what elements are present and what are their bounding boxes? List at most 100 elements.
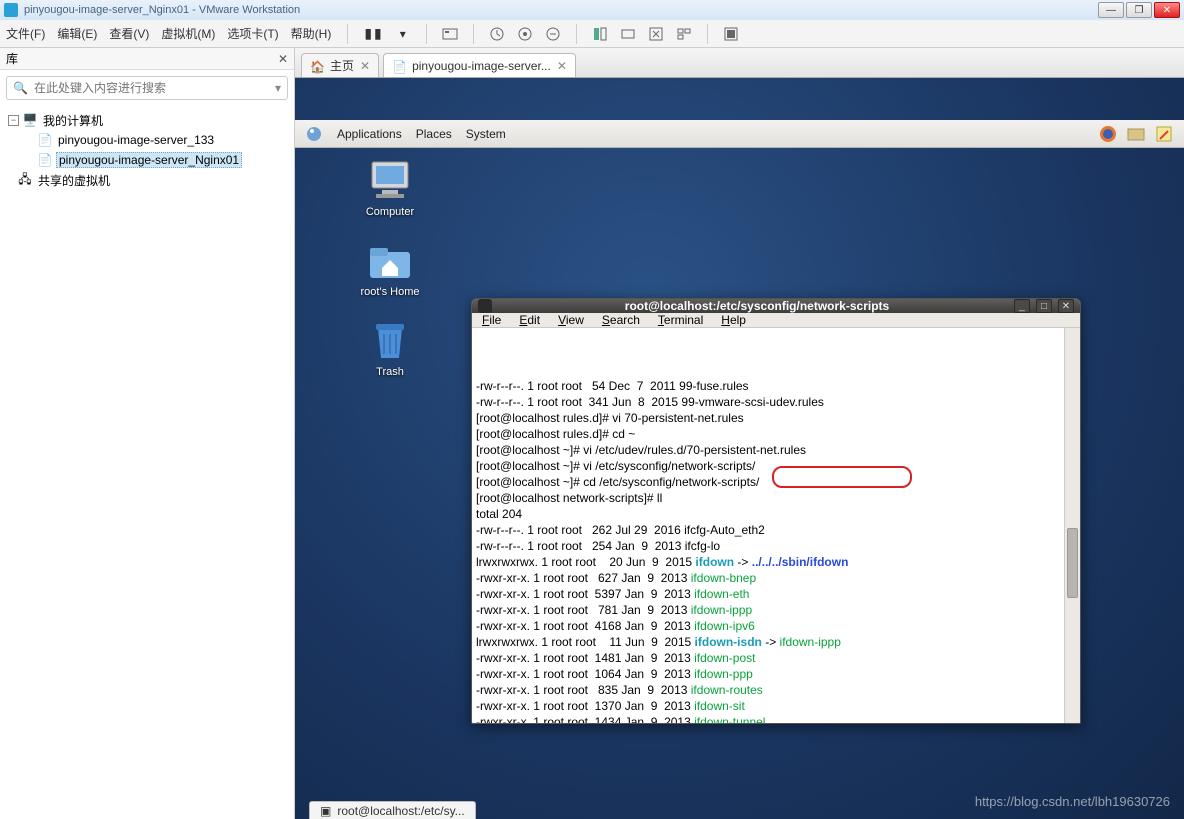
- terminal-icon: [478, 299, 492, 313]
- term-menu-help[interactable]: Help: [721, 313, 746, 327]
- gnome-panel: Applications Places System: [295, 120, 1184, 148]
- term-menu-terminal[interactable]: Terminal: [658, 313, 703, 327]
- menu-vm[interactable]: 虚拟机(M): [161, 25, 215, 42]
- tab-home[interactable]: 🏠 主页 ✕: [301, 53, 379, 77]
- gnome-menu-system[interactable]: System: [466, 127, 506, 141]
- home-folder-icon: [366, 238, 414, 282]
- vm-viewport[interactable]: Applications Places System Computer root…: [295, 78, 1184, 819]
- unity-icon[interactable]: [647, 26, 665, 42]
- separator: [576, 24, 577, 44]
- app-icon: [4, 3, 18, 17]
- terminal-body[interactable]: -rw-r--r--. 1 root root 54 Dec 7 2011 99…: [472, 328, 1064, 724]
- desktop-icon-label: Computer: [366, 206, 414, 218]
- menu-view[interactable]: 查看(V): [109, 25, 149, 42]
- tree-label: 共享的虚拟机: [36, 172, 112, 189]
- terminal-window[interactable]: root@localhost:/etc/sysconfig/network-sc…: [471, 298, 1081, 724]
- library-header: 库: [6, 50, 18, 67]
- trash-icon: [366, 318, 414, 362]
- close-icon[interactable]: ✕: [360, 59, 370, 73]
- gnome-foot-icon[interactable]: [305, 125, 323, 143]
- terminal-icon: ▣: [320, 804, 331, 818]
- separator: [473, 24, 474, 44]
- scrollbar[interactable]: [1064, 328, 1080, 724]
- tree-label: pinyougou-image-server_133: [56, 133, 216, 147]
- taskbar-item[interactable]: ▣ root@localhost:/etc/sy...: [309, 801, 476, 819]
- title-bar: pinyougou-image-server_Nginx01 - VMware …: [0, 0, 1184, 20]
- close-button[interactable]: ✕: [1058, 299, 1074, 313]
- close-sidebar-icon[interactable]: ✕: [278, 52, 288, 66]
- maximize-button[interactable]: □: [1036, 299, 1052, 313]
- watermark: https://blog.csdn.net/lbh19630726: [975, 794, 1170, 809]
- library-icon[interactable]: [722, 26, 740, 42]
- home-icon: 🏠: [310, 60, 324, 72]
- tree-label: pinyougou-image-server_Nginx01: [56, 152, 242, 168]
- desktop-icon-label: Trash: [376, 366, 404, 378]
- dropdown-icon[interactable]: ▾: [275, 81, 281, 95]
- menu-help[interactable]: 帮助(H): [291, 25, 332, 42]
- file-manager-icon[interactable]: [1126, 125, 1146, 143]
- desktop-icon-home[interactable]: root's Home: [345, 238, 435, 298]
- tab-label: 主页: [330, 57, 354, 74]
- computer-icon: 🖥️: [23, 113, 37, 127]
- revert-icon[interactable]: [544, 26, 562, 42]
- menu-tabs[interactable]: 选项卡(T): [227, 25, 278, 42]
- tree-vm-item[interactable]: 📄 pinyougou-image-server_133: [2, 130, 292, 150]
- separator: [347, 24, 348, 44]
- shared-icon: 🖧: [18, 173, 32, 187]
- dropdown-icon[interactable]: ▾: [394, 26, 412, 42]
- terminal-menubar: File Edit View Search Terminal Help: [472, 313, 1080, 328]
- snapshot-manager-icon[interactable]: [516, 26, 534, 42]
- firefox-icon[interactable]: [1098, 125, 1118, 143]
- collapse-icon[interactable]: −: [8, 115, 19, 126]
- tree-root[interactable]: − 🖥️ 我的计算机: [2, 110, 292, 130]
- vm-tree: − 🖥️ 我的计算机 📄 pinyougou-image-server_133 …: [0, 106, 294, 194]
- send-ctrl-alt-del-icon[interactable]: [441, 26, 459, 42]
- minimize-button[interactable]: —: [1098, 2, 1124, 18]
- term-menu-view[interactable]: View: [558, 313, 584, 327]
- term-menu-file[interactable]: File: [482, 313, 501, 327]
- search-icon: 🔍: [13, 81, 28, 95]
- content-area: 🏠 主页 ✕ 📄 pinyougou-image-server... ✕ App…: [295, 48, 1184, 819]
- menu-file[interactable]: 文件(F): [6, 25, 45, 42]
- desktop-icon-label: root's Home: [361, 286, 420, 298]
- vm-icon: 📄: [392, 60, 406, 72]
- snapshot-icon[interactable]: [488, 26, 506, 42]
- tree-shared[interactable]: 🖧 共享的虚拟机: [2, 170, 292, 190]
- menu-bar: 文件(F) 编辑(E) 查看(V) 虚拟机(M) 选项卡(T) 帮助(H) ▮▮…: [0, 20, 1184, 48]
- gnome-menu-applications[interactable]: Applications: [337, 127, 402, 141]
- close-button[interactable]: ✕: [1154, 2, 1180, 18]
- terminal-title: root@localhost:/etc/sysconfig/network-sc…: [500, 299, 1014, 313]
- pause-icon[interactable]: ▮▮: [364, 25, 383, 42]
- desktop-icon-trash[interactable]: Trash: [345, 318, 435, 378]
- terminal-titlebar[interactable]: root@localhost:/etc/sysconfig/network-sc…: [472, 299, 1080, 313]
- search-input[interactable]: [34, 81, 269, 95]
- minimize-button[interactable]: _: [1014, 299, 1030, 313]
- window-title: pinyougou-image-server_Nginx01 - VMware …: [24, 4, 1098, 16]
- gnome-menu-places[interactable]: Places: [416, 127, 452, 141]
- search-box[interactable]: 🔍 ▾: [6, 76, 288, 100]
- term-menu-search[interactable]: Search: [602, 313, 640, 327]
- thumbnail-icon[interactable]: [675, 26, 693, 42]
- separator: [426, 24, 427, 44]
- maximize-button[interactable]: ❐: [1126, 2, 1152, 18]
- computer-icon: [366, 158, 414, 202]
- text-editor-icon[interactable]: [1154, 125, 1174, 143]
- library-sidebar: 库 ✕ 🔍 ▾ − 🖥️ 我的计算机 📄 pinyougou-image-ser…: [0, 48, 295, 819]
- highlight-circle: [772, 466, 912, 488]
- fullscreen-icon[interactable]: [619, 26, 637, 42]
- tab-vm[interactable]: 📄 pinyougou-image-server... ✕: [383, 53, 576, 77]
- close-icon[interactable]: ✕: [557, 59, 567, 73]
- vm-icon: 📄: [38, 133, 52, 147]
- tabs-row: 🏠 主页 ✕ 📄 pinyougou-image-server... ✕: [295, 48, 1184, 78]
- desktop-icons: Computer root's Home Trash: [345, 158, 435, 378]
- separator: [707, 24, 708, 44]
- taskbar-label: root@localhost:/etc/sy...: [337, 804, 464, 818]
- vm-icon: 📄: [38, 153, 52, 167]
- tree-vm-item[interactable]: 📄 pinyougou-image-server_Nginx01: [2, 150, 292, 170]
- menu-edit[interactable]: 编辑(E): [57, 25, 97, 42]
- desktop-icon-computer[interactable]: Computer: [345, 158, 435, 218]
- tab-label: pinyougou-image-server...: [412, 59, 551, 73]
- fit-guest-icon[interactable]: [591, 26, 609, 42]
- term-menu-edit[interactable]: Edit: [519, 313, 540, 327]
- scrollbar-thumb[interactable]: [1067, 528, 1078, 598]
